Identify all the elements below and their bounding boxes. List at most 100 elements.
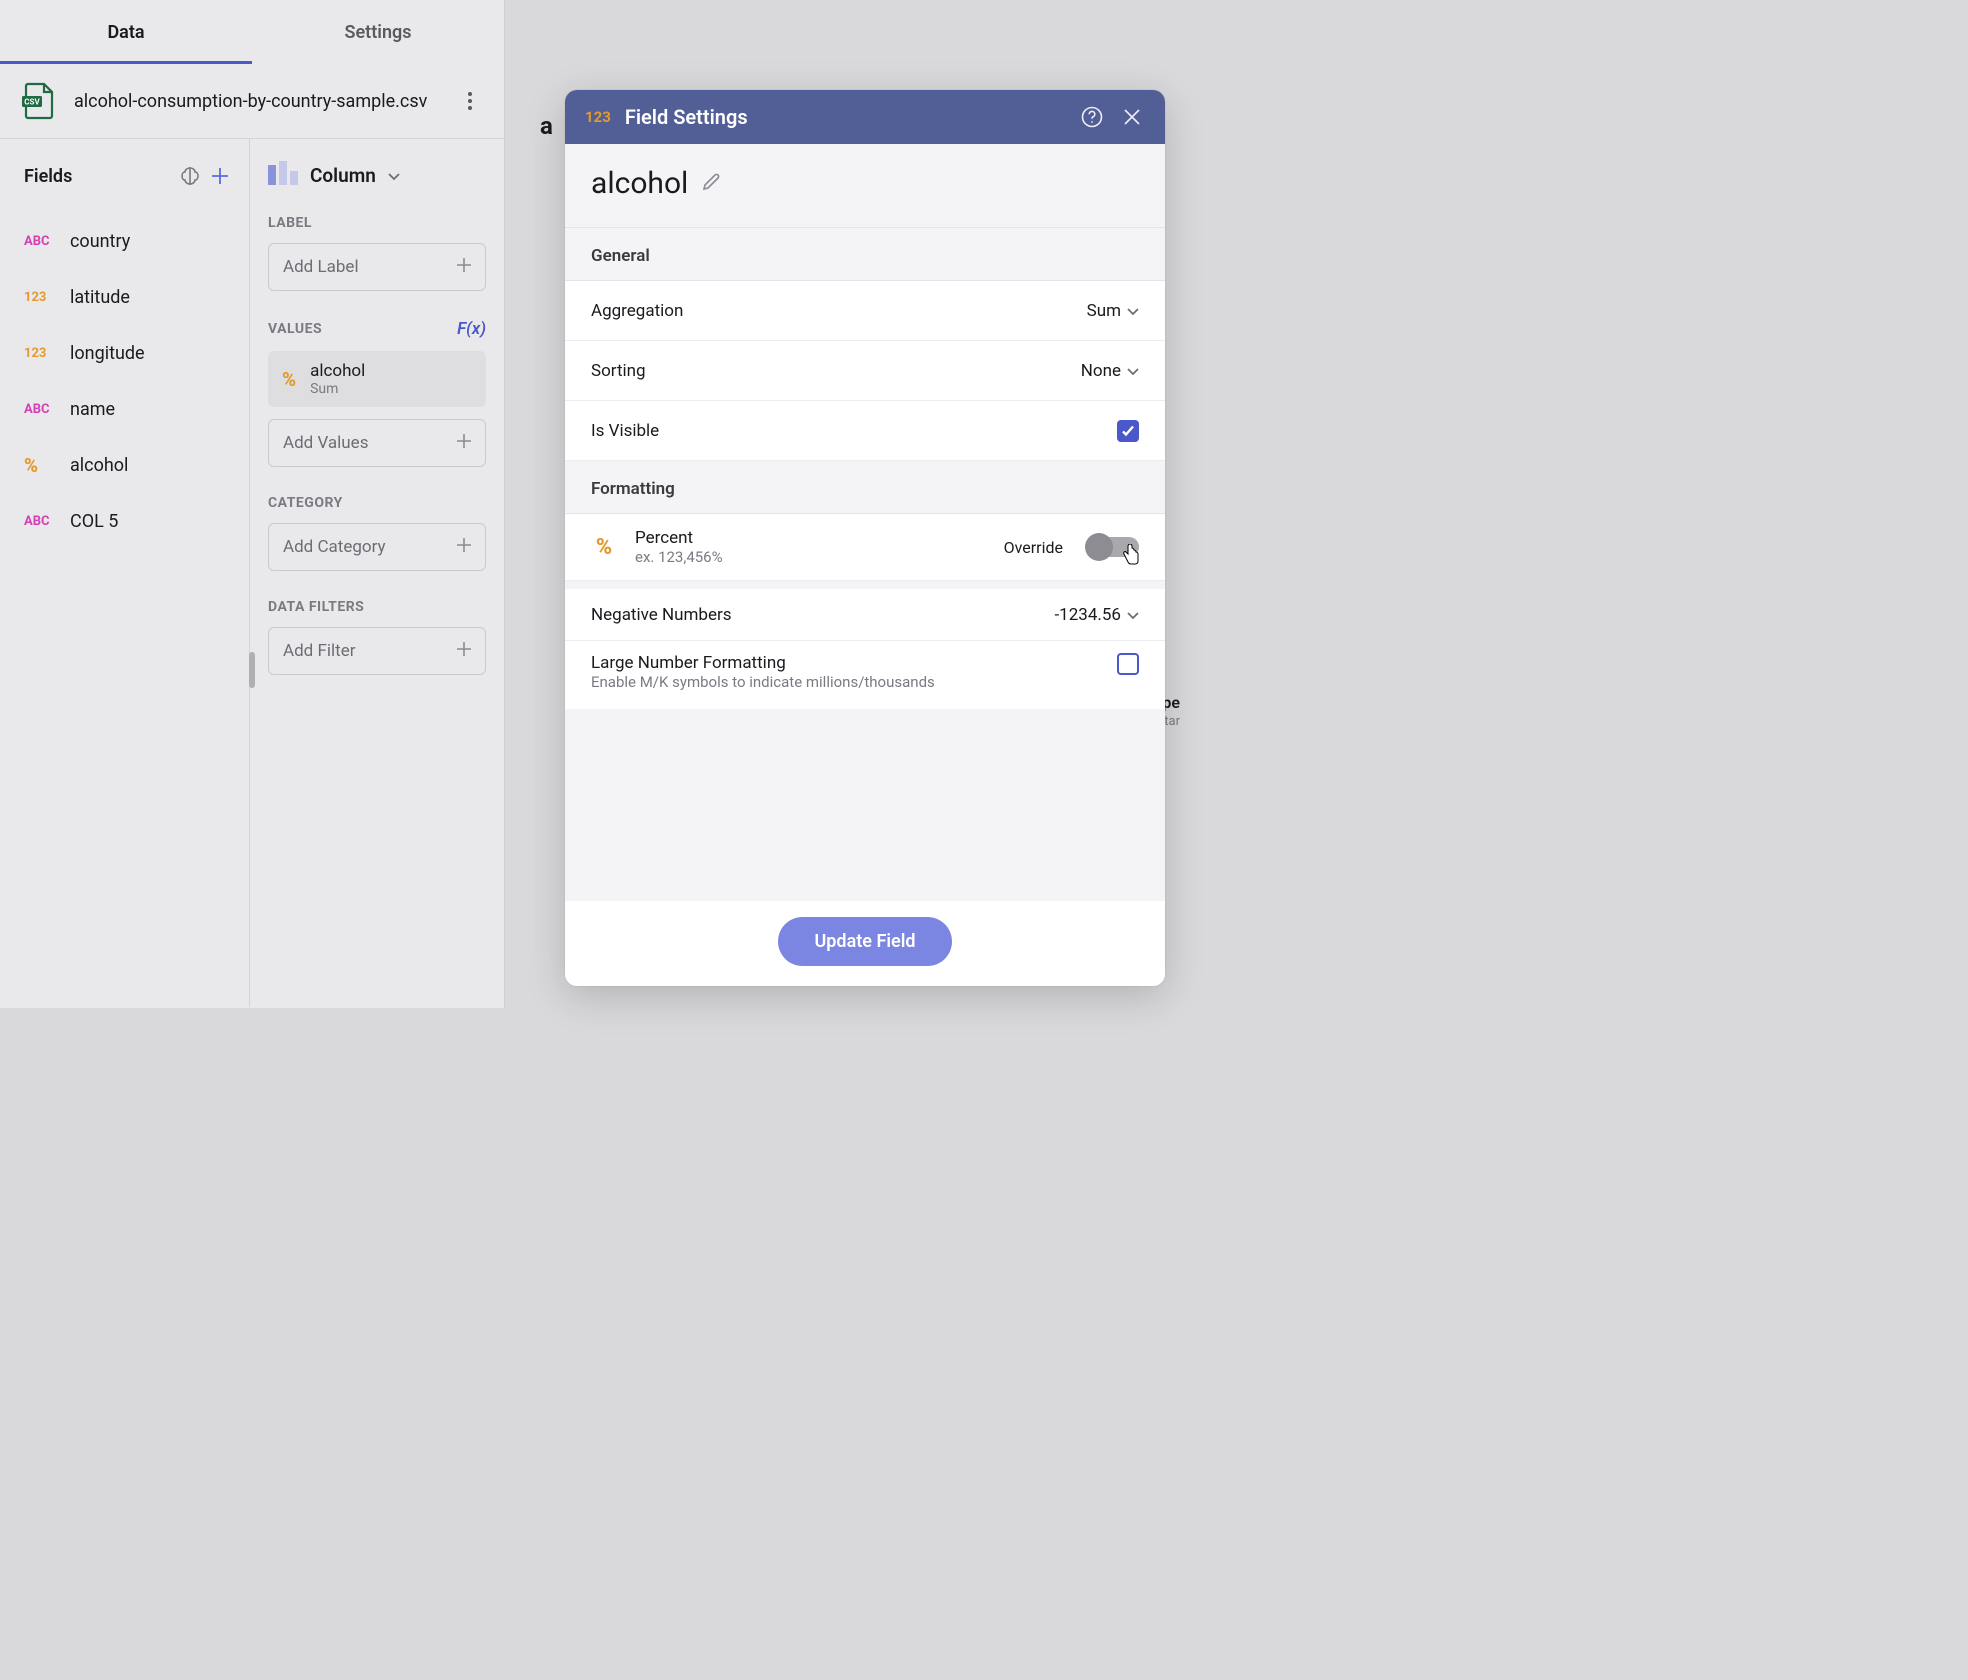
left-panel: Data Settings CSV alcohol-consumption-by… <box>0 0 505 1008</box>
sorting-value-text: None <box>1081 361 1121 381</box>
field-item-latitude[interactable]: 123 latitude <box>24 269 249 325</box>
chevron-down-icon <box>388 166 400 185</box>
field-name: name <box>70 399 115 420</box>
config-column: Column LABEL Add Label VALUES F(x) % alc… <box>250 139 504 1007</box>
datasource-name: alcohol-consumption-by-country-sample.cs… <box>74 91 440 112</box>
negative-numbers-row[interactable]: Negative Numbers -1234.56 <box>565 581 1165 641</box>
help-icon[interactable] <box>1079 104 1105 130</box>
label-drop-slot[interactable]: Add Label <box>268 243 486 291</box>
number-type-icon: 123 <box>24 290 56 305</box>
field-name: COL 5 <box>70 511 118 532</box>
update-button-label: Update Field <box>814 931 915 952</box>
close-icon[interactable] <box>1119 104 1145 130</box>
percent-type-icon: % <box>282 368 296 391</box>
visible-row: Is Visible <box>565 401 1165 461</box>
modal-title: Field Settings <box>625 105 1065 129</box>
chevron-down-icon <box>1127 605 1139 625</box>
category-drop-slot[interactable]: Add Category <box>268 523 486 571</box>
plus-icon <box>455 432 473 455</box>
override-label: Override <box>1004 538 1063 557</box>
formatting-group-title: Formatting <box>565 461 1165 514</box>
override-toggle[interactable] <box>1087 537 1139 557</box>
column-chart-icon <box>268 161 298 189</box>
text-type-icon: ABC <box>24 234 56 249</box>
obscured-title: a <box>540 112 553 140</box>
visible-checkbox[interactable] <box>1117 420 1139 442</box>
tab-settings[interactable]: Settings <box>252 0 504 64</box>
plus-icon <box>455 256 473 279</box>
values-placeholder: Add Values <box>283 433 368 453</box>
field-item-col5[interactable]: ABC COL 5 <box>24 493 249 549</box>
scrollbar-thumb[interactable] <box>249 652 255 688</box>
value-chip-agg: Sum <box>310 381 365 397</box>
field-item-alcohol[interactable]: % alcohol <box>24 437 249 493</box>
category-placeholder: Add Category <box>283 537 386 557</box>
large-number-sub: Enable M/K symbols to indicate millions/… <box>591 673 1099 691</box>
tab-settings-label: Settings <box>345 22 412 43</box>
field-settings-modal: 123 Field Settings alcohol General Aggre… <box>565 90 1165 986</box>
fields-column: Fields ABC country 123 latitude 123 <box>0 139 250 1007</box>
filters-placeholder: Add Filter <box>283 641 355 661</box>
value-chip-name: alcohol <box>310 361 365 381</box>
brain-icon[interactable] <box>175 161 205 191</box>
edit-name-button[interactable] <box>700 171 726 197</box>
sorting-label: Sorting <box>591 361 1081 381</box>
field-name: country <box>70 231 130 252</box>
chart-type-label: Column <box>310 164 376 187</box>
text-type-icon: ABC <box>24 514 56 529</box>
field-item-country[interactable]: ABC country <box>24 213 249 269</box>
filters-drop-slot[interactable]: Add Filter <box>268 627 486 675</box>
csv-file-icon: CSV <box>22 82 56 120</box>
values-drop-slot[interactable]: Add Values <box>268 419 486 467</box>
format-example: ex. 123,456% <box>635 548 986 566</box>
number-type-icon: 123 <box>24 346 56 361</box>
fields-title: Fields <box>24 166 175 187</box>
chart-type-selector[interactable]: Column <box>268 161 486 189</box>
update-field-button[interactable]: Update Field <box>778 917 951 966</box>
large-number-row: Large Number Formatting Enable M/K symbo… <box>565 641 1165 709</box>
aggregation-label: Aggregation <box>591 301 1087 321</box>
sorting-value[interactable]: None <box>1081 361 1139 381</box>
values-section-title: VALUES <box>268 321 322 337</box>
fx-button[interactable]: F(x) <box>457 319 486 339</box>
field-item-name[interactable]: ABC name <box>24 381 249 437</box>
add-field-button[interactable] <box>205 161 235 191</box>
visible-label: Is Visible <box>591 421 1117 441</box>
obscured-text: tar <box>1164 714 1180 729</box>
aggregation-row[interactable]: Aggregation Sum <box>565 281 1165 341</box>
modal-header: 123 Field Settings <box>565 90 1165 144</box>
panel-tabs: Data Settings <box>0 0 504 64</box>
large-number-checkbox[interactable] <box>1117 653 1139 675</box>
field-type-tag: 123 <box>585 108 611 126</box>
general-group-title: General <box>565 228 1165 281</box>
field-name: alcohol <box>70 455 128 476</box>
tab-data-label: Data <box>107 22 144 43</box>
negative-value[interactable]: -1234.56 <box>1054 605 1139 625</box>
field-name-row: alcohol <box>565 144 1165 228</box>
label-section-title: LABEL <box>268 215 486 231</box>
format-type-row: % Percent ex. 123,456% Override <box>565 514 1165 581</box>
value-chip-alcohol[interactable]: % alcohol Sum <box>268 351 486 407</box>
percent-icon: % <box>591 535 617 560</box>
modal-footer: Update Field <box>565 901 1165 986</box>
obscured-text: pe <box>1162 693 1180 712</box>
aggregation-value-text: Sum <box>1087 301 1121 321</box>
datasource-menu-button[interactable] <box>458 89 482 113</box>
field-name: alcohol <box>591 166 688 201</box>
field-item-longitude[interactable]: 123 longitude <box>24 325 249 381</box>
label-placeholder: Add Label <box>283 257 359 277</box>
field-name: latitude <box>70 287 130 308</box>
text-type-icon: ABC <box>24 402 56 417</box>
datasource-row: CSV alcohol-consumption-by-country-sampl… <box>0 64 504 139</box>
format-name: Percent <box>635 528 986 548</box>
modal-spacer <box>565 709 1165 901</box>
negative-label: Negative Numbers <box>591 605 1054 625</box>
plus-icon <box>455 640 473 663</box>
filters-section-title: DATA FILTERS <box>268 599 486 615</box>
percent-type-icon: % <box>24 454 56 477</box>
aggregation-value[interactable]: Sum <box>1087 301 1139 321</box>
svg-text:CSV: CSV <box>24 98 40 107</box>
tab-data[interactable]: Data <box>0 0 252 64</box>
sorting-row[interactable]: Sorting None <box>565 341 1165 401</box>
chevron-down-icon <box>1127 301 1139 321</box>
